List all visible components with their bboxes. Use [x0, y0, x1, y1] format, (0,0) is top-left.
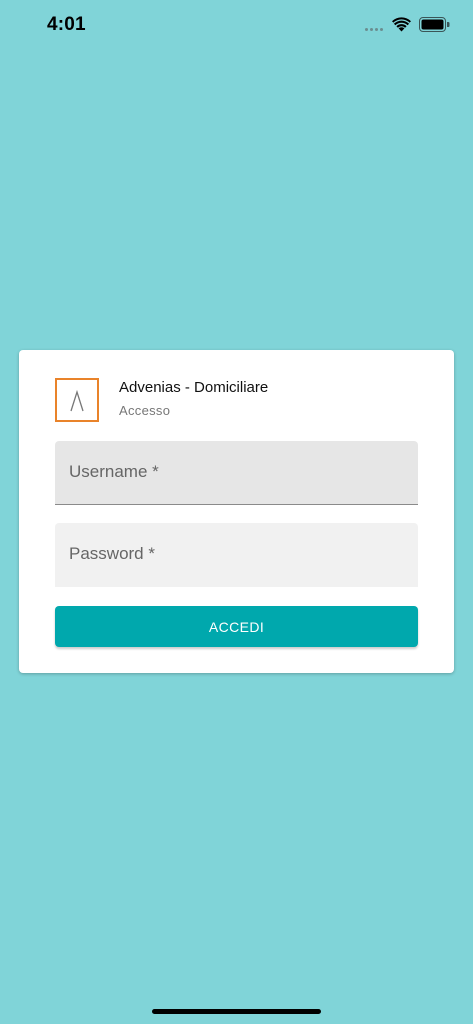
logo-mark-icon — [70, 389, 84, 412]
home-indicator[interactable] — [152, 1009, 321, 1014]
login-card: Advenias - Domiciliare Accesso Username … — [19, 350, 454, 673]
app-subtitle: Accesso — [119, 403, 171, 418]
status-bar: 4:01 — [0, 0, 473, 52]
app-title: Advenias - Domiciliare — [119, 379, 269, 396]
app-logo — [55, 378, 99, 422]
username-label: Username * — [69, 462, 159, 481]
status-time: 4:01 — [47, 14, 86, 35]
battery-icon — [419, 17, 450, 32]
login-button[interactable]: ACCEDI — [55, 606, 418, 647]
username-field[interactable]: Username * — [55, 441, 418, 505]
password-field[interactable]: Password * — [55, 523, 418, 587]
password-label: Password * — [69, 544, 155, 563]
wifi-icon — [392, 17, 411, 32]
cellular-signal-icon — [365, 28, 383, 31]
